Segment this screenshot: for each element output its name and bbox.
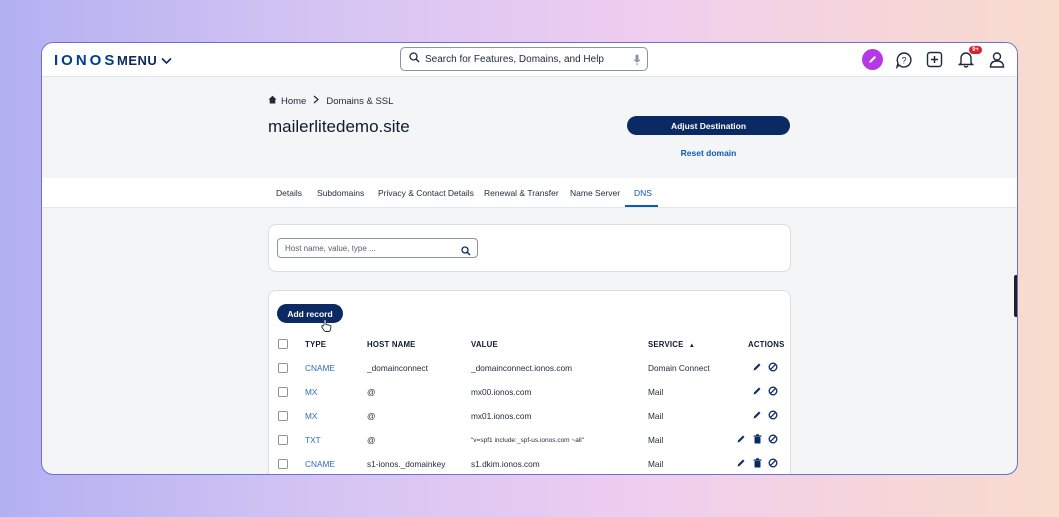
- home-icon: [268, 95, 277, 107]
- record-host: s1-ionos._domainkey: [367, 459, 446, 469]
- edit-pencil-icon[interactable]: [736, 458, 746, 468]
- row-checkbox[interactable]: [278, 411, 288, 421]
- record-service: Mail: [648, 435, 664, 445]
- edit-pencil-icon[interactable]: [736, 434, 746, 444]
- row-actions: [736, 434, 778, 444]
- table-row: TXT @ "v=spf1 include:_spf-us.ionos.com …: [269, 428, 790, 452]
- record-type[interactable]: MX: [305, 387, 317, 397]
- dns-records-card: Add record TYPE HOST NAME VALUE SERVICE …: [268, 290, 791, 474]
- record-host: _domainconnect: [367, 363, 428, 373]
- record-host: @: [367, 435, 376, 445]
- breadcrumb-domains-link[interactable]: Domains & SSL: [326, 96, 393, 107]
- browser-window: IONOS MENU ?: [41, 42, 1018, 475]
- menu-button[interactable]: MENU: [117, 53, 172, 68]
- domain-header-section: Home Domains & SSL mailerlitedemo.site A…: [42, 77, 1017, 178]
- breadcrumb-home-link[interactable]: Home: [281, 96, 306, 107]
- column-header-type[interactable]: TYPE: [305, 340, 326, 349]
- trash-icon[interactable]: [752, 434, 762, 444]
- reset-domain-link[interactable]: Reset domain: [627, 148, 790, 158]
- global-search-box[interactable]: [400, 47, 648, 71]
- tab-subdomains[interactable]: Subdomains: [317, 188, 364, 198]
- table-row: MX @ mx01.ionos.com Mail: [269, 404, 790, 428]
- column-header-service[interactable]: SERVICE ▲: [648, 340, 695, 349]
- column-header-value[interactable]: VALUE: [471, 340, 498, 349]
- record-service: Mail: [648, 387, 664, 397]
- edit-pencil-icon[interactable]: [752, 362, 762, 372]
- record-value: _domainconnect.ionos.com: [471, 363, 573, 373]
- top-navigation-bar: IONOS MENU ?: [42, 43, 1017, 77]
- filter-card: [268, 224, 791, 272]
- disable-icon[interactable]: [768, 386, 778, 396]
- row-checkbox[interactable]: [278, 459, 288, 469]
- disable-icon[interactable]: [768, 410, 778, 420]
- record-service: Mail: [648, 459, 664, 469]
- chevron-down-icon: [161, 53, 172, 68]
- edit-pencil-icon[interactable]: [752, 386, 762, 396]
- menu-label: MENU: [117, 53, 158, 68]
- sort-ascending-icon: ▲: [688, 343, 696, 349]
- domain-tabs: Details Subdomains Privacy & Contact Det…: [42, 178, 1017, 208]
- record-value: s1.dkim.ionos.com: [471, 459, 540, 469]
- search-icon[interactable]: [461, 243, 471, 261]
- tab-name-server[interactable]: Name Server: [570, 188, 620, 198]
- column-header-service-label: SERVICE: [648, 340, 684, 349]
- svg-text:?: ?: [901, 55, 906, 65]
- help-chat-icon[interactable]: ?: [893, 49, 914, 70]
- row-actions: [752, 362, 778, 372]
- record-service: Mail: [648, 411, 664, 421]
- row-actions: [736, 458, 778, 468]
- tab-renewal-transfer[interactable]: Renewal & Transfer: [484, 188, 559, 198]
- record-type[interactable]: MX: [305, 411, 317, 421]
- page-title: mailerlitedemo.site: [268, 117, 410, 136]
- select-all-checkbox[interactable]: [278, 339, 288, 349]
- column-header-actions: ACTIONS: [748, 340, 785, 349]
- top-right-icons: ? 9+: [862, 46, 1007, 70]
- record-value: mx00.ionos.com: [471, 387, 532, 397]
- microphone-icon[interactable]: [633, 53, 641, 71]
- record-value: "v=spf1 include:_spf-us.ionos.com ~all": [471, 437, 585, 444]
- add-record-button[interactable]: Add record: [277, 304, 343, 323]
- active-tab-indicator: [625, 205, 658, 207]
- record-type[interactable]: CNAME: [305, 363, 335, 373]
- tab-details[interactable]: Details: [276, 188, 302, 198]
- record-filter-box[interactable]: [277, 238, 478, 258]
- tab-privacy-contact[interactable]: Privacy & Contact Details: [378, 188, 474, 198]
- ionos-logo[interactable]: IONOS: [54, 52, 117, 69]
- record-value: mx01.ionos.com: [471, 411, 532, 421]
- record-host: @: [367, 387, 376, 397]
- pen-icon[interactable]: [862, 49, 883, 70]
- disable-icon[interactable]: [768, 362, 778, 372]
- add-box-icon[interactable]: [924, 49, 945, 70]
- disable-icon[interactable]: [768, 434, 778, 444]
- trash-icon[interactable]: [752, 458, 762, 468]
- row-checkbox[interactable]: [278, 363, 288, 373]
- record-filter-input[interactable]: [285, 243, 455, 253]
- record-host: @: [367, 411, 376, 421]
- record-type[interactable]: CNAME: [305, 459, 335, 469]
- row-checkbox[interactable]: [278, 435, 288, 445]
- column-header-host-name[interactable]: HOST NAME: [367, 340, 416, 349]
- notification-badge: 9+: [969, 46, 982, 54]
- search-icon: [409, 50, 420, 68]
- global-search-input[interactable]: [425, 53, 625, 65]
- row-checkbox[interactable]: [278, 387, 288, 397]
- record-service: Domain Connect: [648, 363, 710, 373]
- breadcrumb: Home Domains & SSL: [268, 95, 393, 107]
- table-row: MX @ mx00.ionos.com Mail: [269, 380, 790, 404]
- edit-pencil-icon[interactable]: [752, 410, 762, 420]
- bell-icon[interactable]: 9+: [955, 46, 982, 70]
- adjust-destination-button[interactable]: Adjust Destination: [627, 116, 790, 135]
- scroll-handle[interactable]: [1014, 275, 1017, 317]
- record-type[interactable]: TXT: [305, 435, 321, 445]
- disable-icon[interactable]: [768, 458, 778, 468]
- table-row: CNAME _domainconnect _domainconnect.iono…: [269, 356, 790, 380]
- row-actions: [752, 410, 778, 420]
- hand-cursor-icon: [321, 319, 332, 337]
- user-account-icon[interactable]: [986, 49, 1007, 70]
- row-actions: [752, 386, 778, 396]
- chevron-right-icon: [313, 95, 320, 107]
- tab-dns[interactable]: DNS: [634, 188, 652, 198]
- table-row: CNAME s1-ionos._domainkey s1.dkim.ionos.…: [269, 452, 790, 474]
